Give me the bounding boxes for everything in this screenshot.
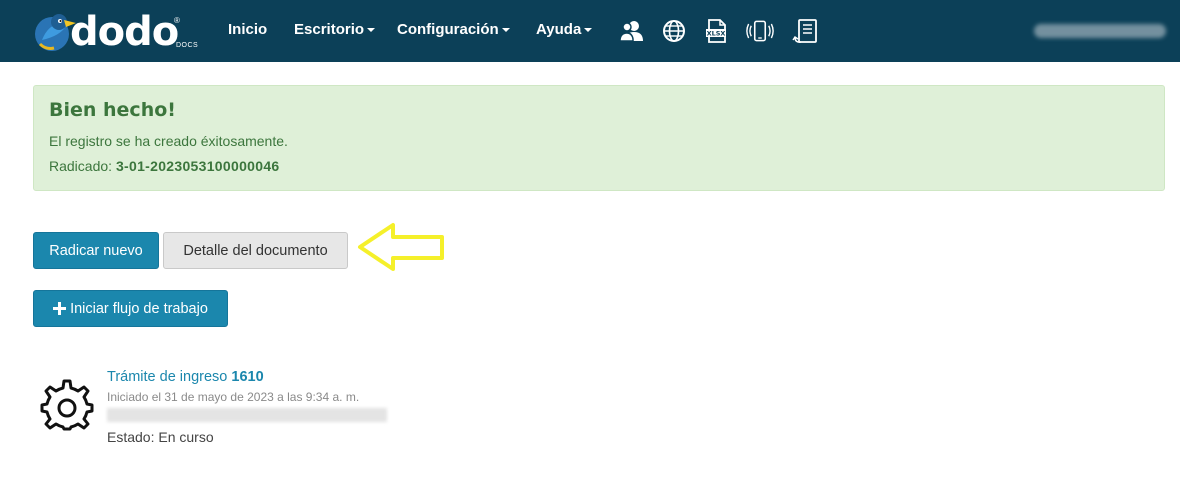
nav-ayuda-dropdown[interactable]: Ayuda — [536, 21, 593, 38]
chevron-down-icon — [584, 28, 593, 33]
alert-title: Bien hecho! — [49, 99, 176, 121]
workflow-process-item: Trámite de ingreso 1610 Iniciado el 31 d… — [40, 368, 440, 458]
nav-configuracion-dropdown[interactable]: Configuración — [397, 21, 510, 38]
chevron-down-icon — [501, 28, 510, 33]
brand-name: dodo — [70, 9, 179, 55]
nav-escritorio-dropdown[interactable]: Escritorio — [294, 21, 376, 38]
process-number: 1610 — [231, 369, 264, 385]
success-alert: Bien hecho! El registro se ha creado éxi… — [33, 85, 1165, 191]
plus-icon — [53, 302, 67, 315]
document-list-icon[interactable] — [792, 17, 820, 45]
alert-radicado: Radicado: 3-01-2023053100000046 — [49, 158, 280, 174]
brand-subtitle: DOCS — [176, 42, 199, 49]
nav-configuracion-label: Configuración — [397, 21, 499, 38]
highlight-arrow-icon — [358, 223, 444, 271]
detalle-documento-button[interactable]: Detalle del documento — [163, 232, 348, 269]
brand-logo[interactable]: dodo ® DOCS — [32, 8, 207, 58]
process-started-date: Iniciado el 31 de mayo de 2023 a las 9:3… — [107, 390, 360, 404]
brand-registered-mark: ® — [174, 16, 180, 25]
radicado-label: Radicado: — [49, 158, 113, 174]
process-status: Estado: En curso — [107, 429, 214, 445]
nav-inicio[interactable]: Inicio — [228, 21, 267, 38]
alert-message: El registro se ha creado éxitosamente. — [49, 133, 288, 149]
radicar-nuevo-button[interactable]: Radicar nuevo — [33, 232, 159, 269]
gear-icon — [40, 379, 94, 431]
users-icon[interactable] — [618, 17, 646, 45]
phone-vibrate-icon[interactable] — [746, 17, 774, 45]
nav-escritorio-label: Escritorio — [294, 21, 365, 38]
xlsx-icon[interactable]: XLSX — [702, 17, 730, 45]
process-title-link[interactable]: Trámite de ingreso 1610 — [107, 369, 264, 385]
process-details-redacted — [107, 408, 387, 422]
iniciar-flujo-label: Iniciar flujo de trabajo — [70, 300, 208, 317]
chevron-down-icon — [367, 28, 376, 33]
user-menu-redacted[interactable] — [1034, 24, 1166, 38]
iniciar-flujo-button[interactable]: Iniciar flujo de trabajo — [33, 290, 228, 327]
globe-icon[interactable] — [660, 17, 688, 45]
nav-ayuda-label: Ayuda — [536, 21, 582, 38]
top-navbar: dodo ® DOCS Inicio Escritorio Configurac… — [0, 0, 1180, 62]
radicado-value: 3-01-2023053100000046 — [115, 158, 280, 174]
svg-text:XLSX: XLSX — [707, 30, 726, 38]
process-title: Trámite de ingreso — [107, 369, 228, 385]
